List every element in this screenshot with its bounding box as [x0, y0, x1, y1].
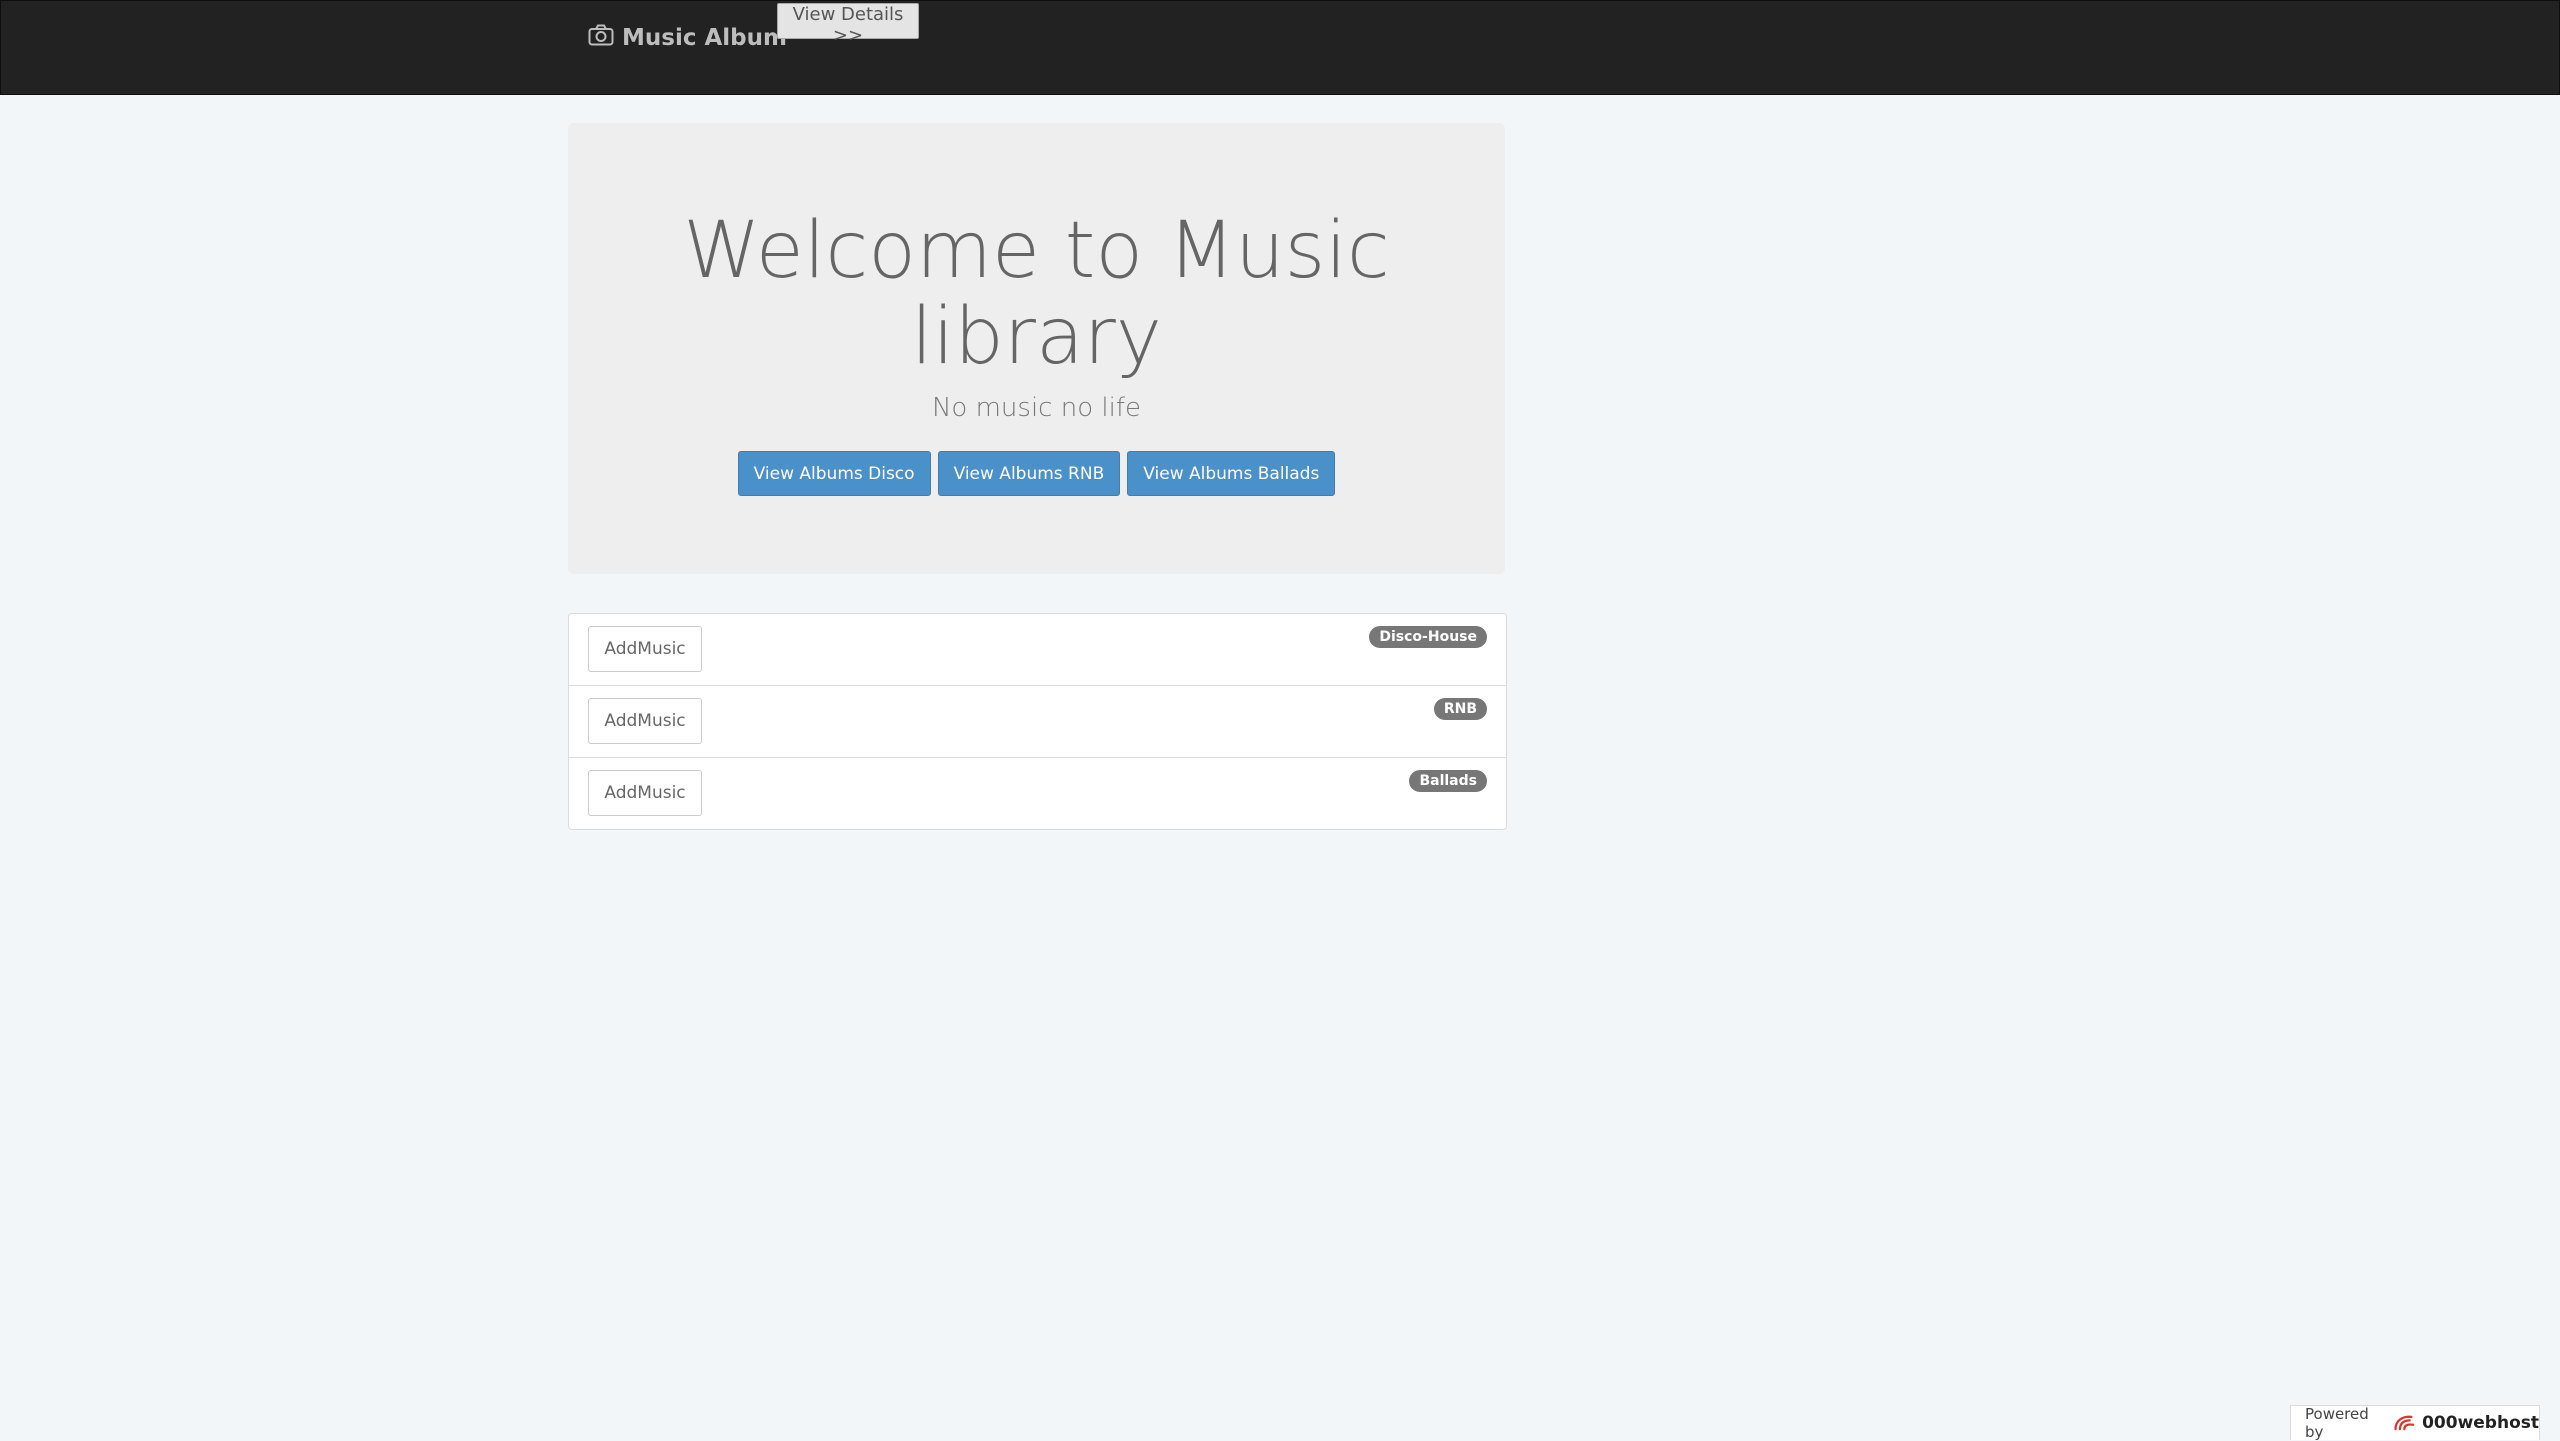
add-music-button[interactable]: AddMusic: [588, 698, 702, 744]
list-item: AddMusic RNB: [569, 685, 1506, 757]
host-name: 000webhost: [2422, 1413, 2539, 1433]
brand-label: Music Album: [622, 25, 787, 51]
genre-badge: Ballads: [1409, 770, 1487, 792]
powered-by-badge[interactable]: Powered by 000webhost: [2290, 1405, 2540, 1441]
webhost-logo-icon: [2394, 1415, 2414, 1431]
add-music-button[interactable]: AddMusic: [588, 770, 702, 816]
view-details-button[interactable]: View Details >>: [777, 3, 919, 46]
add-music-button[interactable]: AddMusic: [588, 626, 702, 672]
top-navbar: Music Album View Details >>: [0, 0, 2560, 95]
camera-icon: [588, 24, 614, 46]
page-title: Welcome to Music library: [683, 206, 1390, 382]
view-albums-rnb-button[interactable]: View Albums RNB: [937, 451, 1121, 496]
brand-link[interactable]: Music Album: [588, 19, 787, 57]
page-subtitle: No music no life: [931, 393, 1141, 423]
genre-list: AddMusic Disco-House AddMusic RNB AddMus…: [568, 613, 1507, 830]
album-buttons: View Albums Disco View Albums RNB View A…: [568, 451, 1505, 496]
view-albums-disco-button[interactable]: View Albums Disco: [737, 451, 931, 496]
list-item: AddMusic Ballads: [569, 757, 1506, 829]
genre-badge: RNB: [1433, 698, 1487, 720]
list-item: AddMusic Disco-House: [569, 614, 1506, 685]
view-albums-ballads-button[interactable]: View Albums Ballads: [1127, 451, 1336, 496]
genre-badge: Disco-House: [1369, 626, 1487, 648]
welcome-jumbotron: Welcome to Music library No music no lif…: [568, 123, 1505, 574]
powered-by-label: Powered by: [2305, 1405, 2369, 1441]
